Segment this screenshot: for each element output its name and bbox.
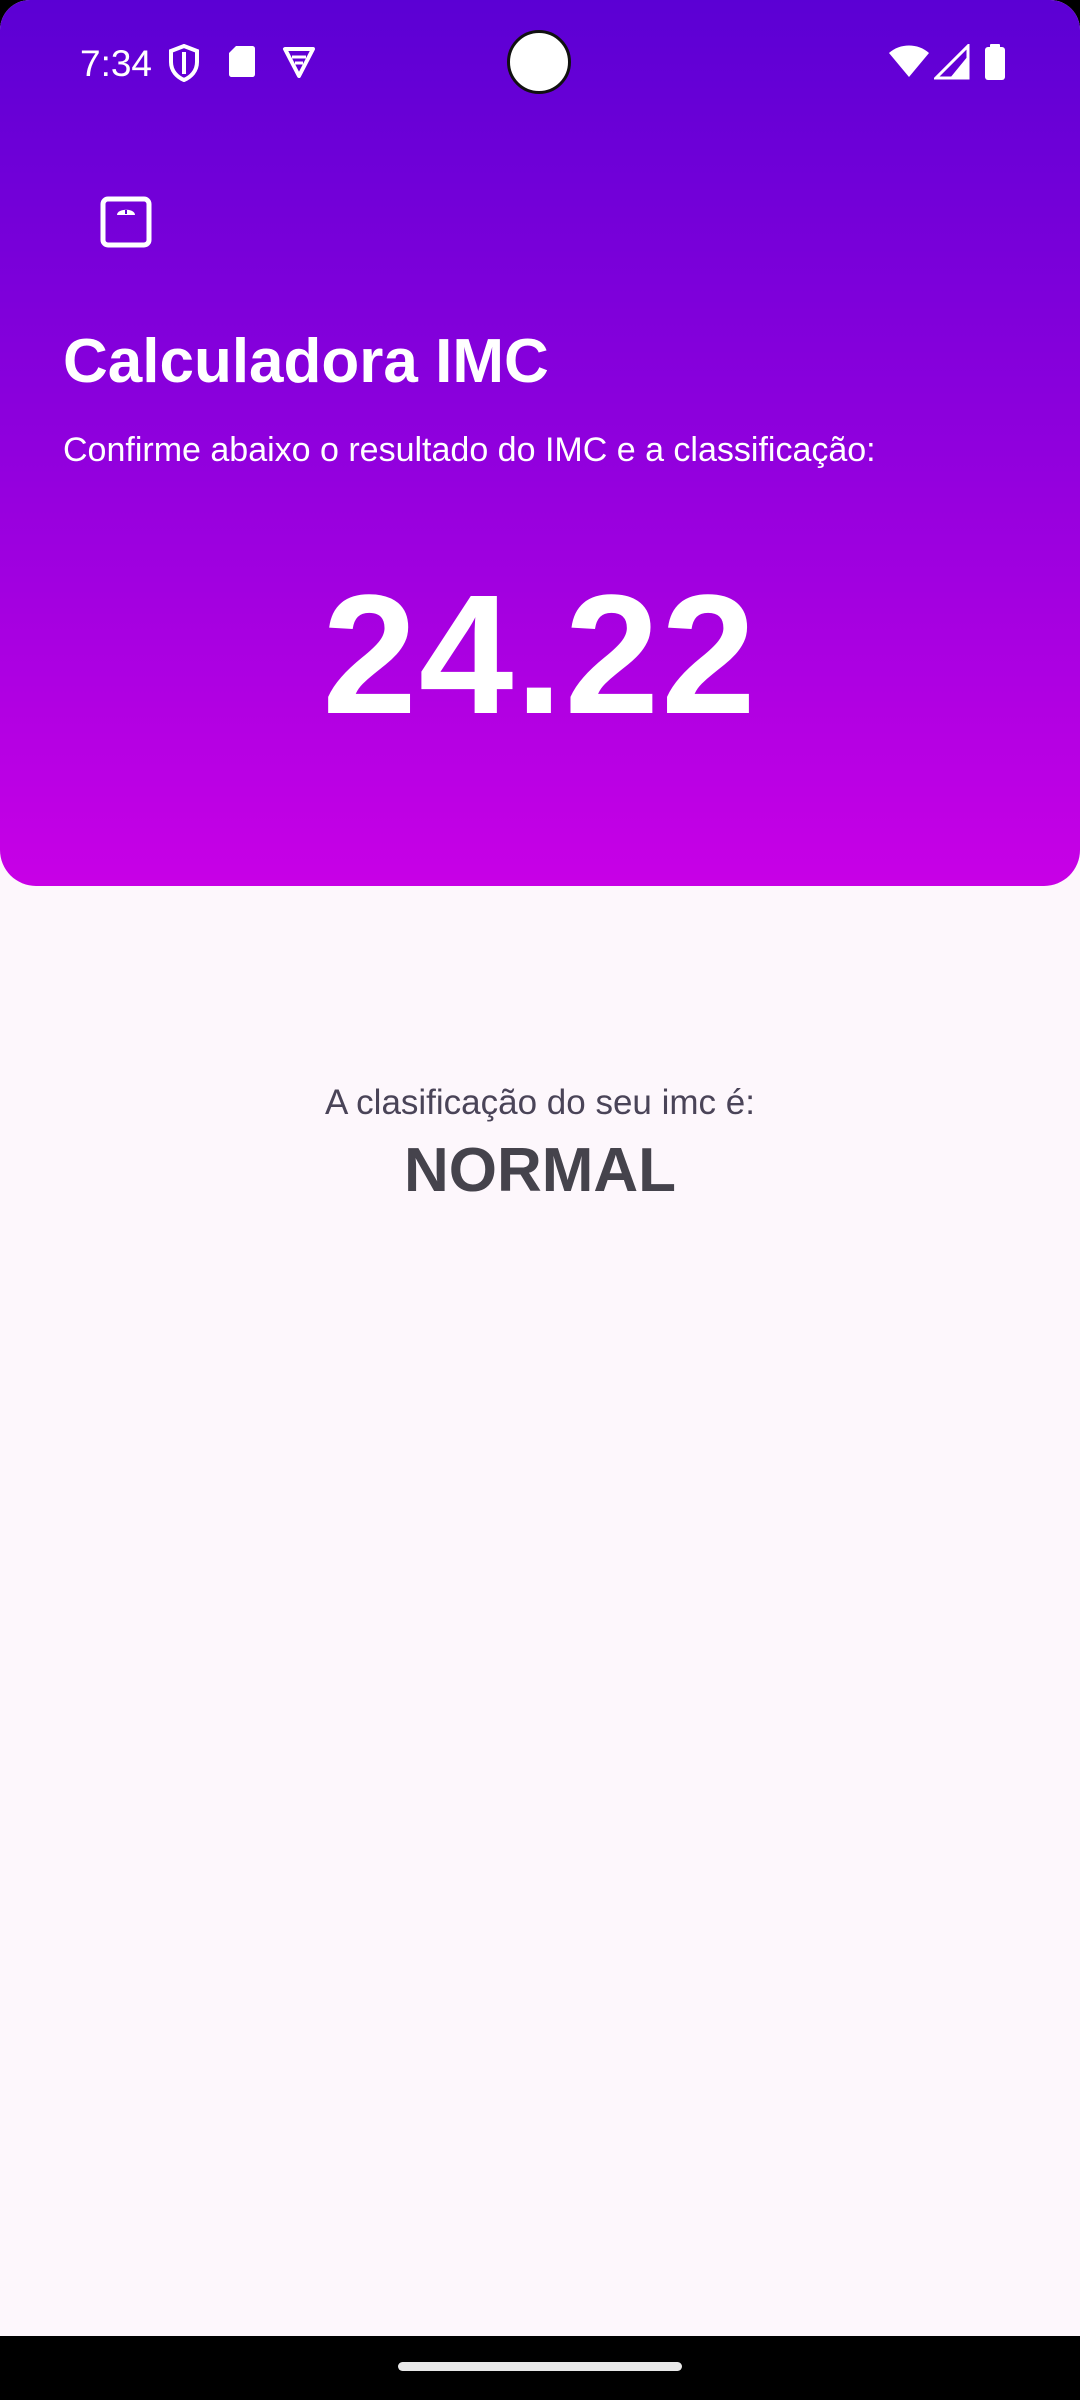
signal-icon [934,44,970,80]
page-subtitle: Confirme abaixo o resultado do IMC e a c… [63,431,876,469]
status-time: 7:34 [80,43,153,84]
sd-card-icon [229,46,255,77]
result-header: 7:34 Calculadora IMC Confirme abaixo o r… [0,0,1080,886]
bmi-result-value: 24.22 [322,560,758,750]
shield-icon [169,44,199,82]
home-gesture-handle[interactable] [398,2362,682,2371]
app-screen: 7:34 Calculadora IMC Confirme abaixo o r… [0,0,1080,2400]
camera-cutout [507,30,571,94]
classification-label: A clasificação do seu imc é: [325,1083,755,1122]
battery-icon [985,44,1005,80]
status-bar: 7:34 [0,0,1080,126]
classification-value: NORMAL [403,1136,677,1205]
scale-icon [100,196,152,248]
wifi-icon [889,45,929,77]
page-title: Calculadora IMC [63,327,549,396]
vpn-shield-icon [283,47,315,78]
